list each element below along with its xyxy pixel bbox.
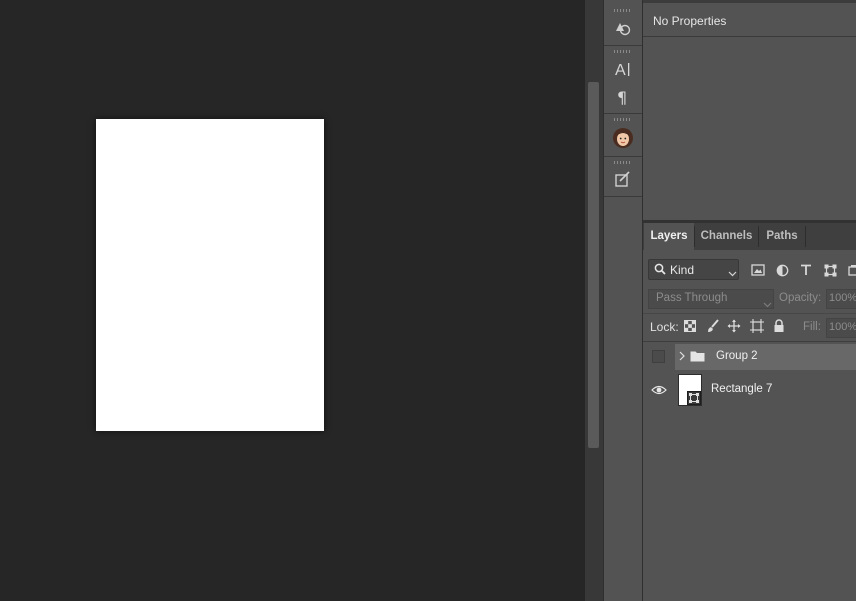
smart-object-filter-icon[interactable] — [845, 261, 856, 279]
svg-text:¶: ¶ — [617, 88, 627, 106]
kind-label: Kind — [670, 263, 695, 277]
strip-divider — [604, 156, 642, 157]
opacity-label: Opacity: — [779, 292, 822, 304]
blend-mode-value: Pass Through — [656, 292, 728, 304]
grip-handle[interactable] — [614, 50, 632, 53]
opacity-value: 100% — [829, 292, 856, 304]
shapes-panel-icon[interactable] — [611, 17, 635, 39]
image-filter-icon[interactable] — [749, 261, 767, 279]
grip-handle[interactable] — [614, 161, 632, 164]
document-canvas[interactable] — [96, 119, 324, 431]
fill-label: Fill: — [803, 321, 821, 333]
strip-divider — [604, 196, 642, 197]
tab-layers[interactable]: Layers — [644, 223, 694, 250]
lock-row-divider — [643, 313, 856, 314]
panel-icon-strip: A ¶ — [603, 0, 643, 601]
properties-panel-header — [643, 0, 856, 3]
notes-panel-icon[interactable] — [611, 168, 635, 190]
no-properties-label: No Properties — [653, 14, 727, 28]
lock-label: Lock: — [650, 320, 679, 334]
grip-handle[interactable] — [614, 118, 632, 121]
visibility-toggle[interactable] — [652, 350, 665, 363]
paragraph-panel-icon[interactable]: ¶ — [611, 86, 635, 108]
fill-value: 100% — [829, 321, 856, 333]
artboard-nesting-icon[interactable] — [749, 318, 765, 334]
layers-list-divider — [643, 341, 856, 342]
shape-layer-icon — [687, 391, 701, 405]
lock-position-icon[interactable] — [726, 318, 742, 334]
eye-icon[interactable] — [651, 384, 667, 396]
properties-panel — [643, 0, 856, 220]
strip-divider — [604, 45, 642, 46]
character-panel-icon[interactable]: A — [611, 58, 635, 80]
svg-text:A: A — [615, 62, 626, 78]
lock-all-icon[interactable] — [771, 318, 787, 334]
chevron-down-icon — [728, 266, 737, 280]
tab-divider — [805, 226, 806, 247]
properties-divider — [643, 36, 856, 37]
user-avatar-icon[interactable] — [611, 127, 635, 149]
chevron-right-icon[interactable] — [678, 349, 686, 363]
folder-icon — [690, 350, 705, 362]
strip-divider — [604, 113, 642, 114]
chevron-down-icon — [763, 297, 772, 311]
adjustment-filter-icon[interactable] — [773, 261, 791, 279]
grip-handle[interactable] — [614, 9, 632, 12]
shape-filter-icon[interactable] — [821, 261, 839, 279]
tab-paths[interactable]: Paths — [759, 223, 805, 250]
lock-transparent-pixels-icon[interactable] — [682, 318, 698, 334]
search-icon — [654, 263, 666, 278]
tab-channels[interactable]: Channels — [695, 223, 758, 250]
scrollbar-thumb[interactable] — [588, 82, 599, 448]
layer-name[interactable]: Rectangle 7 — [711, 383, 772, 395]
type-filter-icon[interactable] — [797, 261, 815, 279]
layer-name[interactable]: Group 2 — [716, 350, 758, 362]
lock-image-pixels-icon[interactable] — [705, 318, 721, 334]
